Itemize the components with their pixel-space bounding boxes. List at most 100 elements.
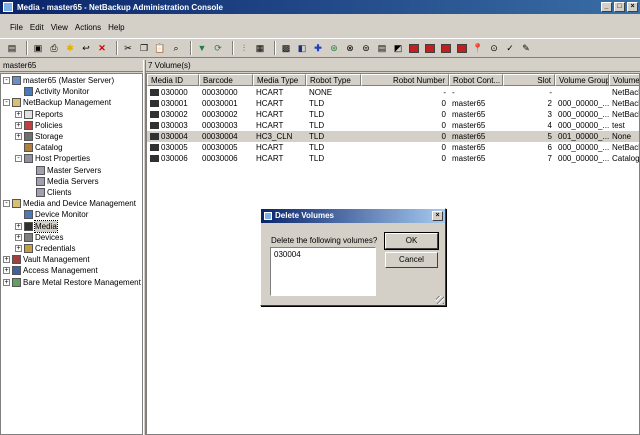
dialog-close-button[interactable]: ×	[432, 211, 443, 221]
new-menu-icon[interactable]: ▤	[6, 42, 18, 54]
volumes-list[interactable]: 030004	[270, 247, 376, 296]
expand-icon[interactable]: +	[3, 256, 10, 264]
tape-media-icon	[150, 122, 159, 130]
clear-icon[interactable]: ✎	[520, 42, 532, 54]
check-icon[interactable]: ✓	[504, 42, 516, 54]
expand-icon[interactable]: +	[15, 121, 22, 129]
expand-icon[interactable]: +	[3, 278, 10, 286]
expand-icon[interactable]: +	[3, 267, 10, 275]
print-icon[interactable]: ⎙	[48, 42, 60, 54]
robot-icon[interactable]: ⊛	[328, 42, 340, 54]
tree-item[interactable]: Activity Monitor	[15, 86, 89, 97]
menu-actions[interactable]: Actions	[75, 23, 101, 32]
columns-icon[interactable]: ⫶	[238, 42, 250, 54]
freeze-icon[interactable]	[440, 42, 452, 54]
layout-icon[interactable]: ▦	[254, 42, 266, 54]
suspend-icon[interactable]	[456, 42, 468, 54]
close-button[interactable]: ×	[627, 2, 638, 12]
column-header[interactable]: Robot Number	[361, 74, 449, 86]
ok-button[interactable]: OK	[384, 232, 439, 250]
table-row[interactable]: 030001 00030001 HCART TLD 0 master65 2 000_0000…	[147, 98, 639, 109]
change-icon[interactable]: ↩	[80, 42, 92, 54]
label-icon[interactable]: ▤	[376, 42, 388, 54]
navigation-tree[interactable]: - master65 (Master Server) Activity Monito…	[0, 73, 143, 435]
tree-item[interactable]: - Media and Device Management	[3, 198, 136, 209]
expand-icon[interactable]: +	[15, 110, 22, 118]
tree-item[interactable]: + Credentials	[15, 243, 75, 254]
inventory-icon[interactable]: ▩	[280, 42, 292, 54]
stop-icon[interactable]	[408, 42, 420, 54]
filter-icon[interactable]: ▼	[196, 42, 208, 54]
collapse-icon[interactable]: -	[3, 77, 10, 84]
column-header[interactable]: Volume Group	[555, 74, 609, 86]
erase-icon[interactable]: ◩	[392, 42, 404, 54]
paste-icon[interactable]: 📋	[154, 42, 166, 54]
table-cell: 2	[547, 99, 552, 108]
column-header[interactable]: Robot Type	[306, 74, 361, 86]
tree-item[interactable]: + Storage	[15, 131, 63, 142]
menu-help[interactable]: Help	[108, 23, 124, 32]
tree-item-label: Media and Device Management	[23, 199, 136, 209]
tree-item[interactable]: - Host Properties	[15, 153, 90, 164]
tree-item[interactable]: Clients	[27, 187, 71, 198]
table-cell: master65	[452, 110, 486, 119]
cancel-button[interactable]: Cancel	[385, 252, 438, 268]
table-row[interactable]: 030003 00030003 HCART TLD 0 master65 4 000_0000…	[147, 120, 639, 131]
tree-item[interactable]: + Devices	[15, 232, 63, 243]
menu-edit[interactable]: Edit	[30, 23, 44, 32]
tree-item[interactable]: - master65 (Master Server)	[3, 75, 114, 86]
tree-item[interactable]: Media Servers	[27, 176, 99, 187]
tree-item[interactable]: + Reports	[15, 109, 63, 120]
new-icon[interactable]: ✱	[64, 42, 76, 54]
tree-item[interactable]: Master Servers	[27, 165, 101, 176]
tree-item[interactable]: + Bare Metal Restore Management	[3, 277, 141, 288]
column-header[interactable]: Media ID	[147, 74, 199, 86]
column-header[interactable]: Volume Pool	[609, 74, 639, 86]
copy-icon[interactable]: ❐	[138, 42, 150, 54]
tree-item-label: Catalog	[35, 143, 63, 153]
eject-icon[interactable]: ⊜	[360, 42, 372, 54]
table-row[interactable]: 030006 00030006 HCART TLD 0 master65 7 000_0000…	[147, 153, 639, 164]
expand-icon[interactable]: +	[15, 222, 22, 230]
menu-view[interactable]: View	[51, 23, 68, 32]
menu-file[interactable]: File	[10, 23, 23, 32]
properties-icon[interactable]: ▣	[32, 42, 44, 54]
table-row[interactable]: 030005 00030005 HCART TLD 0 master65 6 000_0000…	[147, 142, 639, 153]
collapse-icon[interactable]: -	[15, 155, 22, 163]
collapse-icon[interactable]: -	[3, 99, 10, 107]
delete-icon[interactable]: ✕	[96, 42, 108, 54]
volume-list-item: 030004	[274, 250, 301, 259]
unfreeze-icon[interactable]: ⊙	[488, 42, 500, 54]
tree-item[interactable]: Device Monitor	[15, 209, 88, 220]
stop-alt-icon[interactable]	[424, 42, 436, 54]
tree-item[interactable]: Catalog	[15, 142, 63, 153]
column-header[interactable]: Robot Cont...	[449, 74, 503, 86]
refresh-icon[interactable]: ⟳	[212, 42, 224, 54]
resize-grip[interactable]	[436, 296, 444, 304]
expand-icon[interactable]: +	[15, 233, 22, 241]
media-id: 030003	[161, 121, 188, 130]
expand-icon[interactable]: +	[15, 245, 22, 252]
tree-item[interactable]: + Vault Management	[3, 254, 90, 265]
expand-icon[interactable]: +	[15, 133, 22, 140]
column-header[interactable]: Barcode	[199, 74, 253, 86]
tree-item[interactable]: + Policies	[15, 120, 63, 131]
minimize-button[interactable]: _	[601, 2, 612, 12]
move-icon[interactable]: ⊗	[344, 42, 356, 54]
find-icon[interactable]: ⌕	[170, 42, 182, 54]
tree-item[interactable]: + Media	[15, 219, 58, 233]
collapse-icon[interactable]: -	[3, 200, 10, 208]
table-cell: 0	[441, 121, 446, 130]
volume-icon[interactable]: ◧	[296, 42, 308, 54]
tree-item[interactable]: + Access Management	[3, 265, 98, 276]
column-header[interactable]: Media Type	[253, 74, 306, 86]
cut-icon[interactable]: ✂	[122, 42, 134, 54]
location-icon[interactable]: 📍	[472, 42, 484, 54]
tree-item[interactable]: - NetBackup Management	[3, 97, 111, 108]
column-header[interactable]: Slot	[503, 74, 555, 86]
maximize-button[interactable]: □	[614, 2, 625, 12]
add-volume-icon[interactable]: ✚	[312, 42, 324, 54]
table-row[interactable]: 03000000030000HCARTNONE---NetBackup	[147, 87, 639, 98]
table-row[interactable]: 030004 00030004 HC3_CLN TLD 0 master65 5 001_00…	[147, 131, 639, 142]
table-row[interactable]: 030002 00030002 HCART TLD 0 master65 3 000_0000…	[147, 109, 639, 120]
